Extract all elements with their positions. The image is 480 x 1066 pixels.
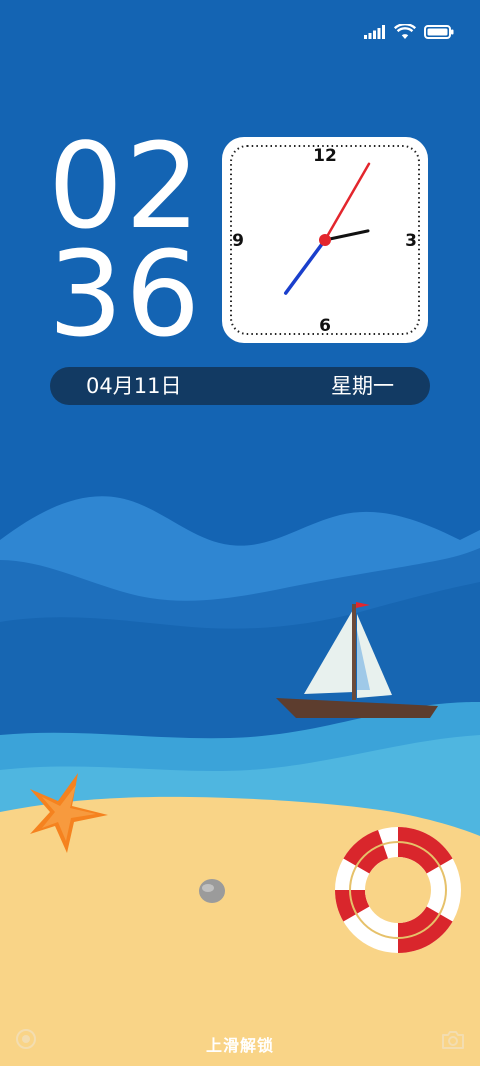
lock-screen[interactable]: 02 36 12 3 6 9 04月11日 星期一 上滑解锁 (0, 0, 480, 1066)
clock-hub (319, 234, 331, 246)
time-minutes: 36 (48, 225, 203, 363)
clock-numeral-12: 12 (313, 146, 337, 166)
hour-hand (323, 229, 370, 242)
cellular-signal-icon (364, 25, 385, 39)
unlock-hint[interactable]: 上滑解锁 (0, 1035, 480, 1057)
camera-icon[interactable] (440, 1028, 466, 1052)
pebble-illustration (199, 879, 225, 903)
second-hand (323, 162, 371, 242)
clock-numeral-9: 9 (232, 231, 244, 251)
digital-clock: 02 36 (48, 117, 208, 363)
weekday-label: 星期一 (331, 374, 394, 398)
time-hours: 02 (48, 117, 203, 255)
date-bar: 04月11日 星期一 (50, 367, 430, 405)
date-label: 04月11日 (86, 374, 182, 398)
lifebuoy-illustration (334, 827, 461, 953)
clock-hands (283, 162, 371, 295)
wifi-icon (394, 24, 416, 39)
battery-icon (424, 25, 454, 39)
clock-numeral-6: 6 (319, 316, 331, 336)
analog-clock-widget[interactable]: 12 3 6 9 (222, 137, 428, 343)
minute-hand (283, 238, 327, 295)
clock-numeral-3: 3 (405, 231, 417, 251)
status-bar (364, 20, 454, 44)
